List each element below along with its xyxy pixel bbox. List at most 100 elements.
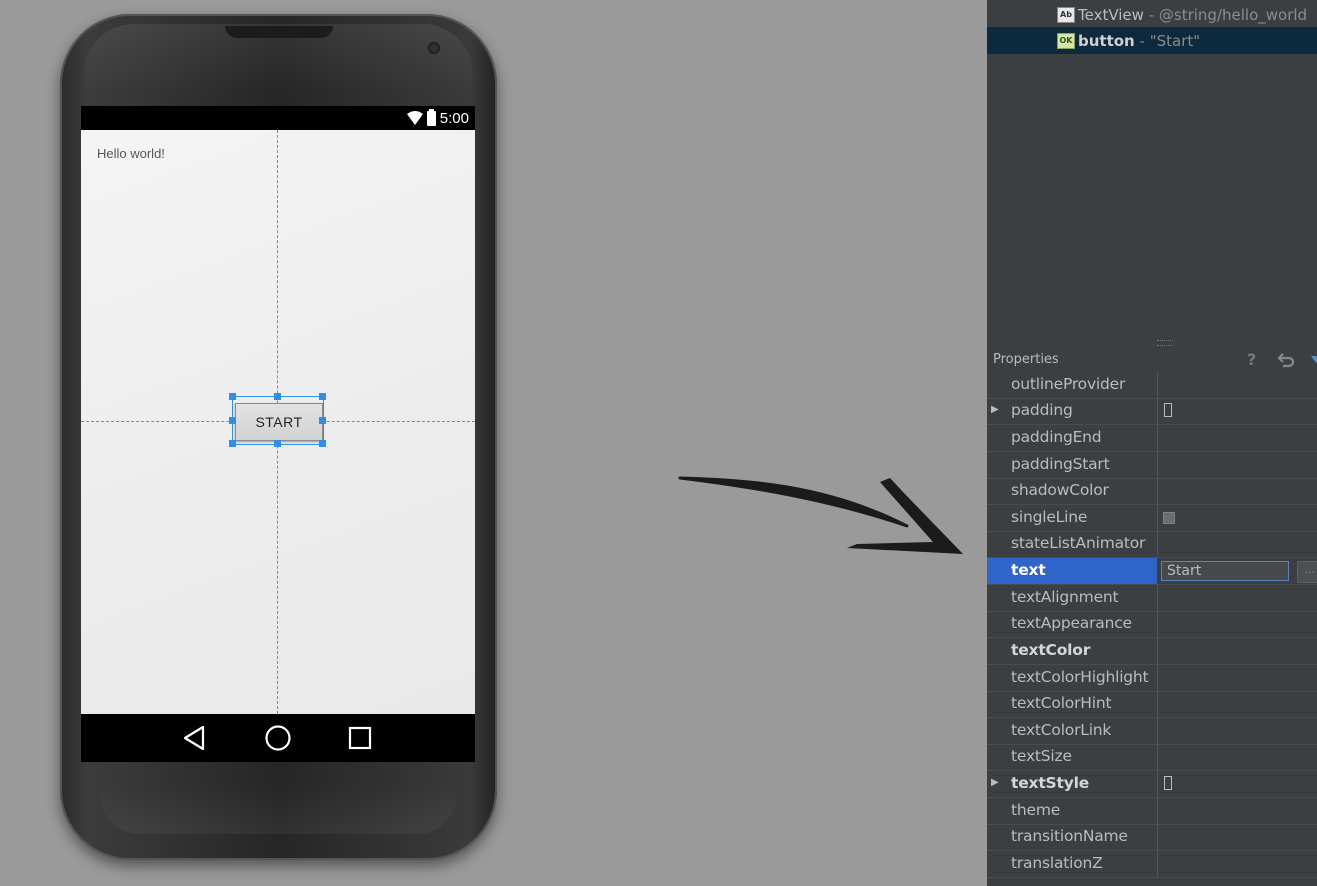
prop-row-paddingEnd[interactable]: paddingEnd: [987, 425, 1317, 452]
app-canvas[interactable]: Hello world! START: [81, 130, 475, 714]
prop-row-theme[interactable]: theme: [987, 798, 1317, 825]
recents-icon[interactable]: [346, 724, 374, 752]
home-icon[interactable]: [264, 724, 292, 752]
prop-name: paddingStart: [1011, 455, 1110, 473]
resize-handle-br[interactable]: [319, 440, 326, 447]
singleline-checkbox[interactable]: [1163, 512, 1175, 524]
device-screen: 5:00 Hello world! START: [81, 106, 475, 762]
navigation-bar: [81, 714, 475, 762]
help-icon[interactable]: ?: [1247, 350, 1256, 369]
tree-item-name: button: [1078, 31, 1135, 50]
prop-name: textColor: [1011, 641, 1091, 659]
resize-handle-tc[interactable]: [274, 393, 281, 400]
panel-splitter[interactable]: [1157, 340, 1173, 346]
expand-arrow-icon[interactable]: ▶: [991, 404, 999, 415]
resize-handle-mr[interactable]: [319, 417, 326, 424]
textview-icon: Ab: [1057, 6, 1075, 23]
column-divider: [1157, 824, 1158, 850]
tree-item-textview[interactable]: Ab TextView - @string/hello_world: [987, 1, 1317, 28]
column-divider: [1157, 425, 1158, 451]
column-divider: [1157, 505, 1158, 531]
prop-row-padding[interactable]: ▶ padding: [987, 398, 1317, 425]
tree-item-button[interactable]: OK button - "Start": [987, 27, 1317, 54]
prop-row-text[interactable]: text ...: [987, 558, 1317, 585]
resize-handle-tl[interactable]: [229, 393, 236, 400]
tree-item-label: button - "Start": [1078, 32, 1200, 50]
text-value-input[interactable]: [1161, 561, 1289, 581]
tree-item-name: TextView: [1078, 5, 1144, 24]
prop-row-stateListAnimator[interactable]: stateListAnimator: [987, 531, 1317, 558]
browse-button[interactable]: ...: [1297, 561, 1317, 583]
prop-name: shadowColor: [1011, 481, 1109, 499]
resize-handle-bl[interactable]: [229, 440, 236, 447]
prop-name: textColorHint: [1011, 694, 1112, 712]
prop-name: translationZ: [1011, 854, 1103, 872]
tree-item-separator: -: [1134, 31, 1150, 50]
column-divider: [1157, 585, 1158, 611]
prop-name: outlineProvider: [1011, 375, 1126, 393]
prop-name: textAppearance: [1011, 614, 1132, 632]
status-clock: 5:00: [439, 109, 469, 127]
prop-name: textStyle: [1011, 774, 1090, 792]
column-divider: [1157, 611, 1158, 637]
column-divider: [1157, 771, 1158, 797]
column-divider: [1157, 478, 1158, 504]
tree-item-value: "Start": [1149, 31, 1201, 50]
prop-name: singleLine: [1011, 508, 1088, 526]
prop-row-transitionName[interactable]: transitionName: [987, 824, 1317, 851]
button-icon: OK: [1057, 32, 1075, 49]
prop-row-textSize[interactable]: textSize: [987, 744, 1317, 771]
prop-row-textColorLink[interactable]: textColorLink: [987, 718, 1317, 745]
arrow-icon: [678, 476, 963, 554]
prop-row-textAppearance[interactable]: textAppearance: [987, 611, 1317, 638]
tree-item-value: @string/hello_world: [1158, 5, 1308, 24]
start-button[interactable]: START: [235, 403, 323, 441]
phone-bottom-sheen: [100, 784, 457, 834]
prop-row-outlineProvider[interactable]: outlineProvider: [987, 372, 1317, 399]
filter-icon[interactable]: [1311, 354, 1317, 364]
prop-row-textColor[interactable]: textColor: [987, 638, 1317, 665]
column-divider: [1157, 744, 1158, 770]
prop-name: textSize: [1011, 747, 1072, 765]
resize-handle-tr[interactable]: [319, 393, 326, 400]
status-bar: 5:00: [81, 106, 475, 130]
column-divider: [1157, 372, 1158, 398]
tree-item-label: TextView - @string/hello_world: [1078, 6, 1307, 24]
expand-arrow-icon[interactable]: ▶: [991, 777, 999, 788]
earpiece: [225, 26, 333, 38]
prop-name: padding: [1011, 401, 1073, 419]
column-divider: [1157, 665, 1158, 691]
hello-textview[interactable]: Hello world!: [97, 146, 165, 161]
properties-title: Properties: [993, 352, 1059, 367]
column-divider: [1157, 398, 1158, 424]
column-divider: [1157, 691, 1158, 717]
prop-row-shadowColor[interactable]: shadowColor: [987, 478, 1317, 505]
undo-icon[interactable]: [1277, 351, 1295, 369]
column-divider: [1157, 638, 1158, 664]
resize-handle-ml[interactable]: [229, 417, 236, 424]
resize-handle-bc[interactable]: [274, 440, 281, 447]
prop-row-textColorHighlight[interactable]: textColorHighlight: [987, 665, 1317, 692]
prop-name: stateListAnimator: [1011, 534, 1146, 552]
status-icons: 5:00: [406, 108, 469, 127]
ide-panel: Ab TextView - @string/hello_world OK but…: [987, 0, 1317, 886]
back-icon[interactable]: [181, 724, 209, 752]
prop-name: textAlignment: [1011, 588, 1119, 606]
prop-row-textColorHint[interactable]: textColorHint: [987, 691, 1317, 718]
prop-name: theme: [1011, 801, 1061, 819]
prop-row-paddingStart[interactable]: paddingStart: [987, 452, 1317, 479]
tree-item-separator: -: [1143, 5, 1159, 24]
prop-row-translationZ[interactable]: translationZ: [987, 851, 1317, 878]
properties-header: Properties ?: [987, 350, 1317, 372]
flags-value-icon: [1164, 776, 1172, 790]
prop-row-textStyle[interactable]: ▶ textStyle: [987, 771, 1317, 798]
column-divider: [1157, 452, 1158, 478]
column-divider: [1157, 798, 1158, 824]
battery-icon: [426, 108, 436, 126]
prop-row-textAlignment[interactable]: textAlignment: [987, 585, 1317, 612]
column-divider: [1157, 718, 1158, 744]
flags-value-icon: [1164, 403, 1172, 417]
prop-row-singleLine[interactable]: singleLine: [987, 505, 1317, 532]
prop-name: paddingEnd: [1011, 428, 1102, 446]
wifi-icon: [406, 111, 423, 125]
